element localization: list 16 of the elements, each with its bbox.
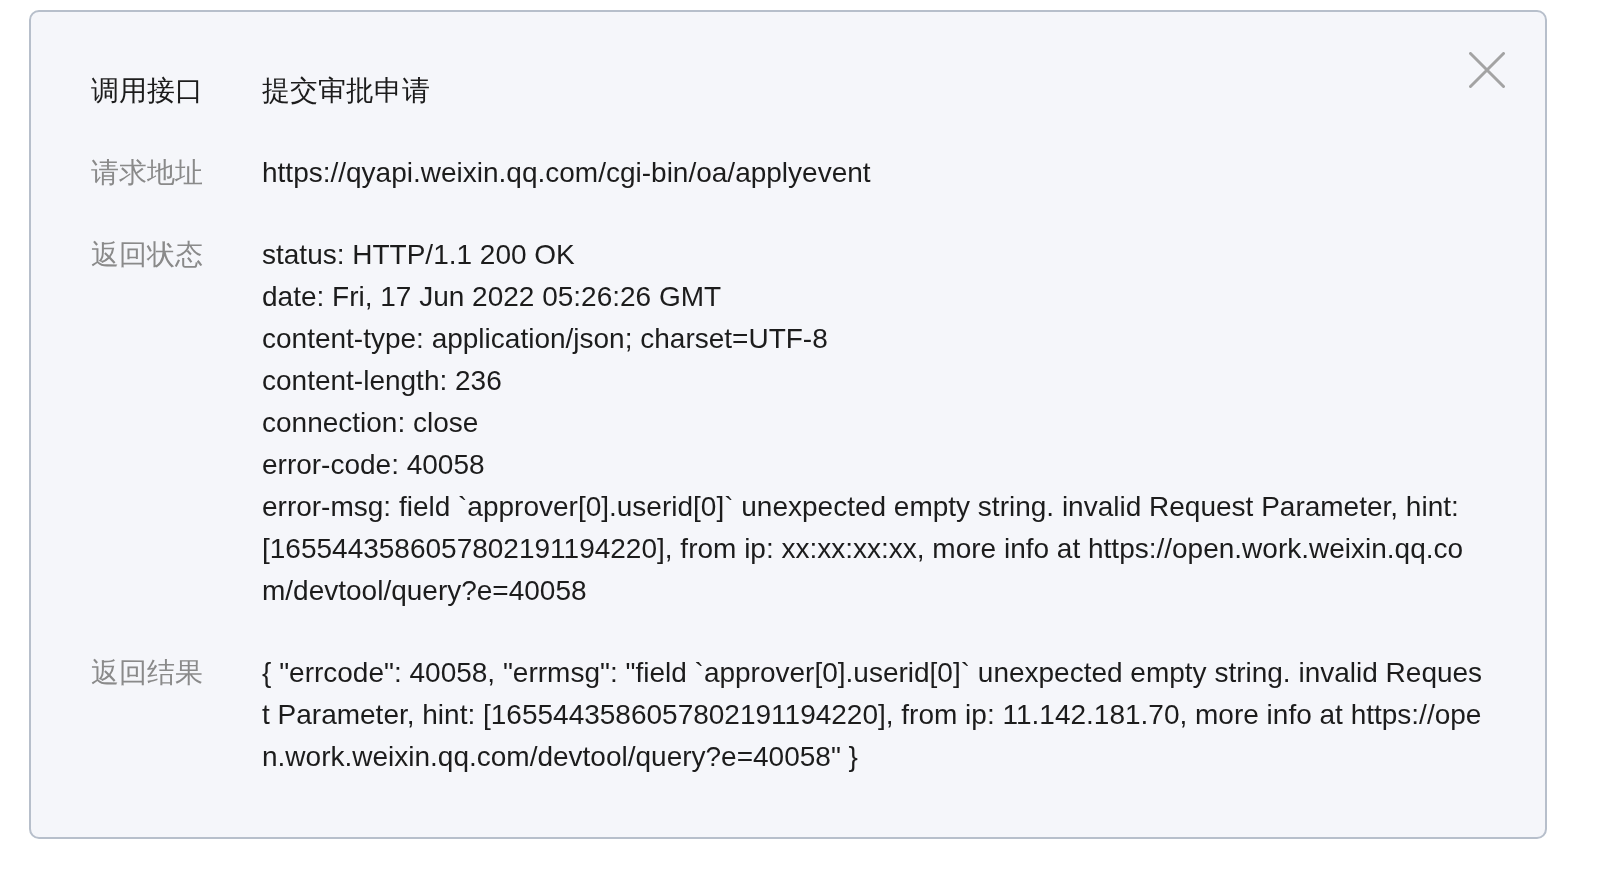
field-value: { "errcode": 40058, "errmsg": "field `approver[0].userid[0]` unexpected empty string. invalid Request Parameter, hint: [1655443586057802191194220], from ip: 11.142.181.70, more info at https://open.work.weixin.qq.com/devtool/query?e=40058" } <box>262 656 1483 774</box>
field-value: status: HTTP/1.1 200 OK <box>262 238 575 272</box>
field-value: error-code: 40058 <box>262 448 485 482</box>
field-label: 调用接口 <box>91 74 204 108</box>
field-label: 请求地址 <box>91 156 204 190</box>
close-button[interactable] <box>1469 52 1505 88</box>
field-value: content-length: 236 <box>262 364 502 398</box>
field-value: content-type: application/json; charset=UTF-8 <box>262 322 828 356</box>
field-value: error-msg: field `approver[0].userid[0]` unexpected empty string. invalid Request Parameter, hint: [1655443586057802191194220], from ip: xx:xx:xx:xx, more info at https://open.work.weixin.qq.com/devtool/query?e=40058 <box>262 490 1465 608</box>
close-icon <box>1469 52 1505 88</box>
field-value: connection: close <box>262 406 479 440</box>
field-value: date: Fri, 17 Jun 2022 05:26:26 GMT <box>262 280 722 314</box>
field-label: 返回状态 <box>91 238 204 272</box>
field-label: 返回结果 <box>91 656 204 690</box>
field-value: 提交审批申请 <box>262 74 430 108</box>
field-value: https://qyapi.weixin.qq.com/cgi-bin/oa/applyevent <box>262 156 871 190</box>
